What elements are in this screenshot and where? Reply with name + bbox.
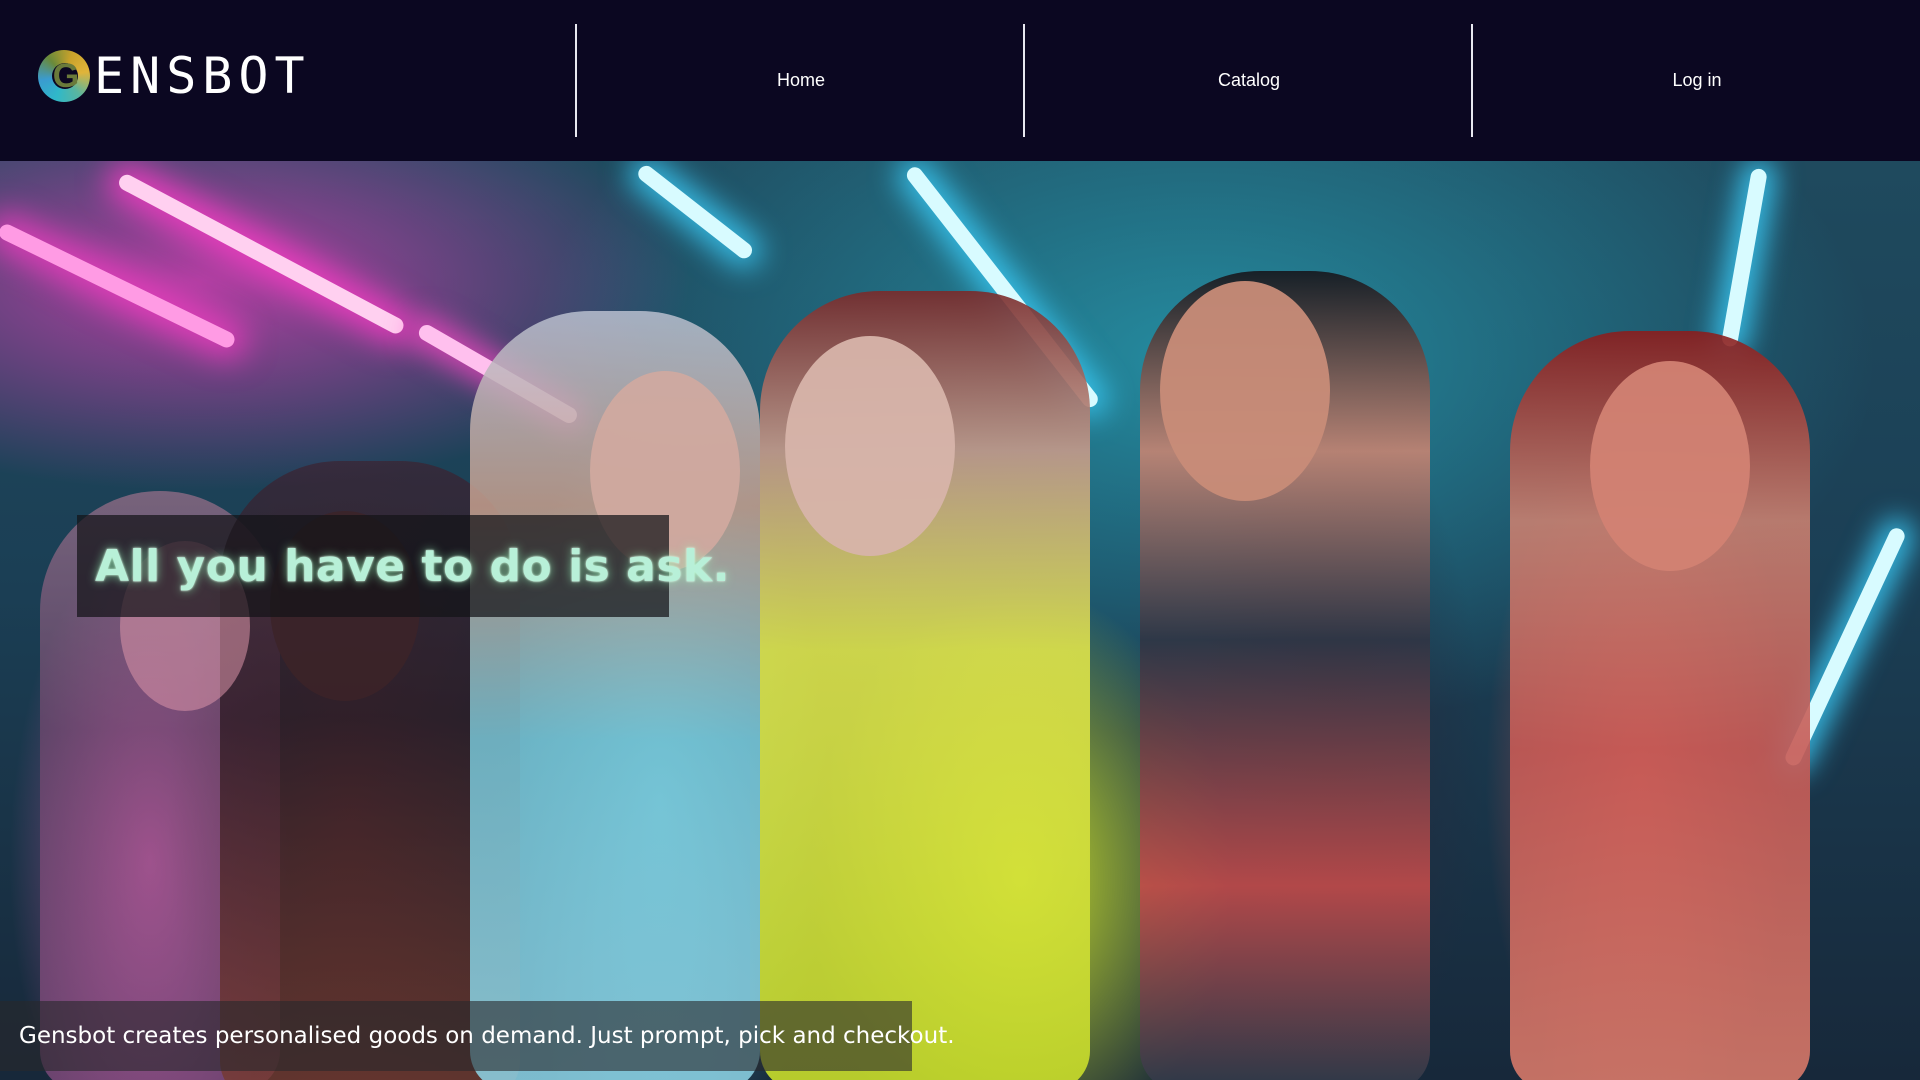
neon-light bbox=[635, 162, 756, 262]
nav-catalog-link[interactable]: Catalog bbox=[1023, 24, 1473, 137]
nav-home-link[interactable]: Home bbox=[575, 24, 1025, 137]
hero-title: All you have to do is ask. bbox=[95, 540, 731, 592]
hero-subtitle: Gensbot creates personalised goods on de… bbox=[19, 1023, 955, 1049]
hero-title-box: All you have to do is ask. bbox=[77, 515, 730, 617]
model-face bbox=[1590, 361, 1750, 571]
hero-banner: All you have to do is ask. Gensbot creat… bbox=[0, 161, 1920, 1080]
logo-letter: G bbox=[52, 56, 80, 95]
nav-login-link[interactable]: Log in bbox=[1471, 24, 1920, 137]
site-header: G ENSBOT Home Catalog Log in bbox=[0, 0, 1920, 161]
brand-logo[interactable]: G ENSBOT bbox=[38, 48, 311, 104]
model-face bbox=[1160, 281, 1330, 501]
logo-mark-icon: G bbox=[38, 50, 90, 102]
neon-light bbox=[0, 221, 238, 351]
brand-name: ENSBOT bbox=[94, 47, 311, 105]
hero-subtitle-box: Gensbot creates personalised goods on de… bbox=[0, 1001, 955, 1071]
neon-light bbox=[1720, 167, 1768, 348]
model-face bbox=[785, 336, 955, 556]
